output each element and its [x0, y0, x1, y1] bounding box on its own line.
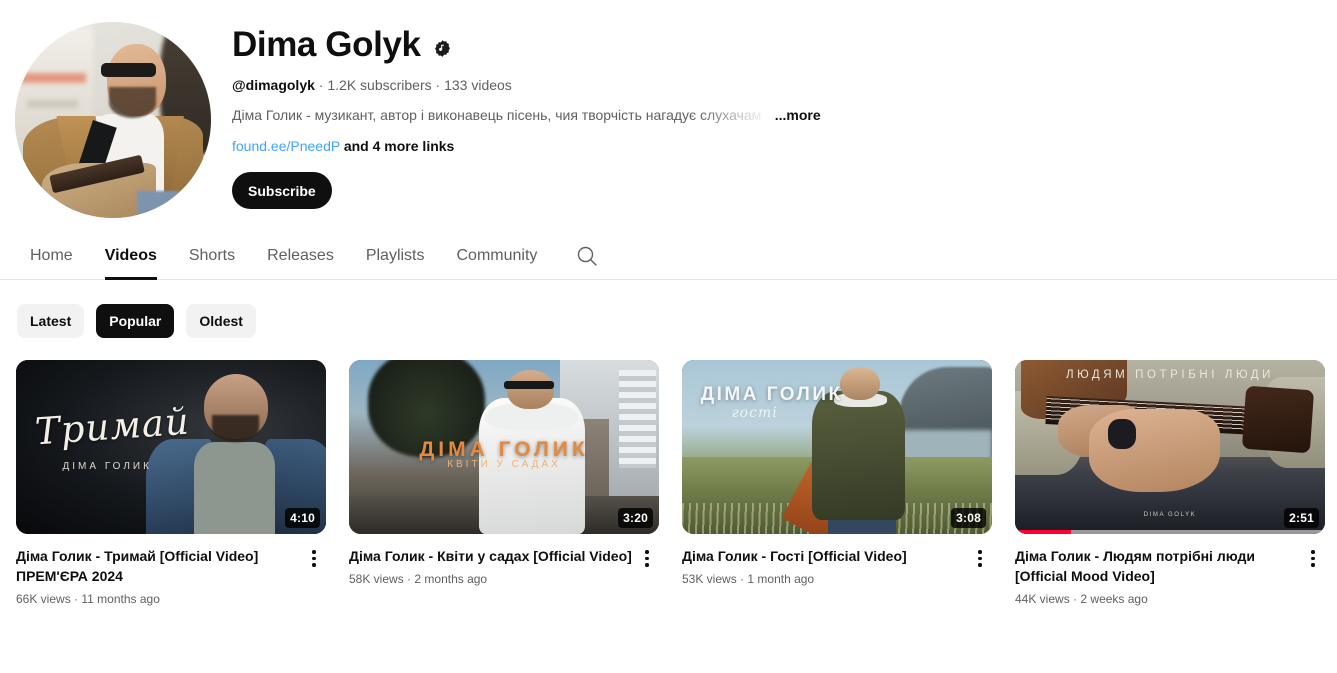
video-meta: Діма Голик - Гості [Official Video] 53K … — [682, 534, 992, 588]
video-duration: 3:08 — [951, 508, 986, 528]
subscriber-count: 1.2K subscribers — [327, 77, 432, 93]
channel-description: Діма Голик - музикант, автор і виконавец… — [232, 107, 773, 123]
video-title[interactable]: Діма Голик - Тримай [Official Video] ПРЕ… — [16, 546, 302, 586]
channel-title-row: Dima Golyk — [232, 24, 992, 66]
avatar-building-detail — [18, 72, 86, 83]
music-verified-badge-icon — [432, 38, 453, 59]
thumbnail-subtitle-text: DIMA GOLYK — [1143, 512, 1197, 519]
channel-primary-link[interactable]: found.ee/PneedP — [232, 138, 340, 154]
video-stats: 66K views · 11 months ago — [16, 590, 302, 608]
tab-releases[interactable]: Releases — [251, 232, 350, 280]
video-card: ЛЮДЯМ ПОТРІБНІ ЛЮДИ DIMA GOLYK 2:51 Діма… — [1015, 360, 1325, 608]
video-meta: Діма Голик - Людям потрібні люди [Offici… — [1015, 534, 1325, 608]
channel-avatar[interactable] — [15, 22, 211, 218]
thumbnail-coat — [812, 391, 906, 521]
thumbnail-beard — [211, 414, 259, 443]
thumbnail-guitar-headstock — [1242, 385, 1315, 453]
video-text: Діма Голик - Тримай [Official Video] ПРЕ… — [16, 546, 302, 608]
video-stats: 58K views · 2 months ago — [349, 570, 635, 588]
thumbnail-title-text: ДІМА ГОЛИК — [700, 384, 843, 406]
stats-separator: · — [1073, 592, 1078, 606]
watch-progress-fill — [1015, 530, 1071, 534]
video-meta: Діма Голик - Тримай [Official Video] ПРЕ… — [16, 534, 326, 608]
channel-handle[interactable]: @dimagolyk — [232, 77, 315, 93]
tab-home[interactable]: Home — [14, 232, 89, 280]
video-menu-icon[interactable] — [1301, 546, 1325, 608]
watch-progress-bar — [1015, 530, 1325, 534]
video-thumbnail[interactable]: ЛЮДЯМ ПОТРІБНІ ЛЮДИ DIMA GOLYK 2:51 — [1015, 360, 1325, 534]
avatar-building-detail-2 — [26, 100, 78, 109]
video-title[interactable]: Діма Голик - Гості [Official Video] — [682, 546, 968, 566]
video-age: 1 month ago — [747, 572, 815, 586]
video-age: 2 weeks ago — [1080, 592, 1148, 606]
video-thumbnail[interactable]: ДІМА ГОЛИК гості 3:08 — [682, 360, 992, 534]
video-text: Діма Голик - Гості [Official Video] 53K … — [682, 546, 968, 588]
thumbnail-bracelet — [1108, 419, 1136, 449]
video-stats: 44K views · 2 weeks ago — [1015, 590, 1301, 608]
channel-header: Dima Golyk @dimagolyk · 1.2K subscribers… — [0, 0, 1337, 218]
video-duration: 4:10 — [285, 508, 320, 528]
more-links-button[interactable]: and 4 more links — [344, 138, 454, 154]
video-meta: Діма Голик - Квіти у садах [Official Vid… — [349, 534, 659, 588]
video-thumbnail[interactable]: ДІМА ГОЛИК КВІТИ У САДАХ 3:20 — [349, 360, 659, 534]
video-text: Діма Голик - Квіти у садах [Official Vid… — [349, 546, 635, 588]
stats-separator: · — [740, 572, 745, 586]
thumbnail-hands — [1089, 408, 1220, 493]
video-views: 58K views — [349, 572, 404, 586]
thumbnail-subtitle-text: КВІТИ У САДАХ — [447, 459, 561, 471]
stats-separator: · — [74, 592, 79, 606]
video-stats: 53K views · 1 month ago — [682, 570, 968, 588]
sort-chips: Latest Popular Oldest — [0, 280, 1337, 338]
tab-videos[interactable]: Videos — [89, 232, 173, 280]
tab-community[interactable]: Community — [441, 232, 554, 280]
thumbnail-subtitle-text: ДІМА ГОЛИК — [62, 460, 152, 472]
video-menu-icon[interactable] — [302, 546, 326, 608]
thumbnail-title-text: ЛЮДЯМ ПОТРІБНІ ЛЮДИ — [1066, 368, 1274, 381]
chip-latest[interactable]: Latest — [17, 304, 85, 338]
thumbnail-subtitle-text: гості — [731, 405, 778, 422]
avatar-container — [14, 22, 212, 218]
chip-popular[interactable]: Popular — [96, 304, 175, 338]
video-card: ДІМА ГОЛИК гості 3:08 Діма Голик - Гості… — [682, 360, 992, 608]
video-menu-icon[interactable] — [635, 546, 659, 588]
video-age: 2 months ago — [414, 572, 488, 586]
thumbnail-tee — [194, 442, 275, 534]
tab-shorts[interactable]: Shorts — [173, 232, 251, 280]
avatar-jeans — [136, 190, 211, 218]
tab-playlists[interactable]: Playlists — [350, 232, 441, 280]
channel-meta: @dimagolyk · 1.2K subscribers · 133 vide… — [232, 75, 992, 95]
channel-links-row: found.ee/PneedP and 4 more links — [232, 136, 992, 156]
channel-description-row[interactable]: Діма Голик - музикант, автор і виконавец… — [232, 105, 992, 125]
video-card: Тримай ДІМА ГОЛИК 4:10 Діма Голик - Трим… — [16, 360, 326, 608]
meta-separator-1: · — [318, 77, 324, 93]
thumbnail-head — [840, 366, 881, 400]
chip-oldest[interactable]: Oldest — [186, 304, 256, 338]
video-duration: 3:20 — [618, 508, 653, 528]
search-icon[interactable] — [567, 236, 607, 276]
video-text: Діма Голик - Людям потрібні люди [Offici… — [1015, 546, 1301, 608]
video-age: 11 months ago — [81, 592, 160, 606]
video-thumbnail[interactable]: Тримай ДІМА ГОЛИК 4:10 — [16, 360, 326, 534]
video-duration: 2:51 — [1284, 508, 1319, 528]
video-menu-icon[interactable] — [968, 546, 992, 588]
more-button[interactable]: ...more — [775, 107, 821, 123]
thumbnail-head — [507, 370, 554, 409]
video-views: 66K views — [16, 592, 71, 606]
video-views: 53K views — [682, 572, 737, 586]
video-views: 44K views — [1015, 592, 1070, 606]
avatar-sunglasses — [101, 63, 157, 77]
subscribe-button[interactable]: Subscribe — [232, 172, 332, 209]
meta-separator-2: · — [435, 77, 441, 93]
channel-tabs: Home Videos Shorts Releases Playlists Co… — [0, 232, 1337, 280]
video-title[interactable]: Діма Голик - Квіти у садах [Official Vid… — [349, 546, 635, 566]
avatar-beard — [109, 86, 157, 119]
channel-info: Dima Golyk @dimagolyk · 1.2K subscribers… — [212, 22, 992, 218]
thumbnail-sunglasses — [504, 380, 554, 389]
video-card: ДІМА ГОЛИК КВІТИ У САДАХ 3:20 Діма Голик… — [349, 360, 659, 608]
stats-separator: · — [407, 572, 412, 586]
video-count: 133 videos — [444, 77, 512, 93]
video-grid: Тримай ДІМА ГОЛИК 4:10 Діма Голик - Трим… — [0, 338, 1337, 608]
video-title[interactable]: Діма Голик - Людям потрібні люди [Offici… — [1015, 546, 1301, 586]
page-title: Dima Golyk — [232, 25, 421, 64]
